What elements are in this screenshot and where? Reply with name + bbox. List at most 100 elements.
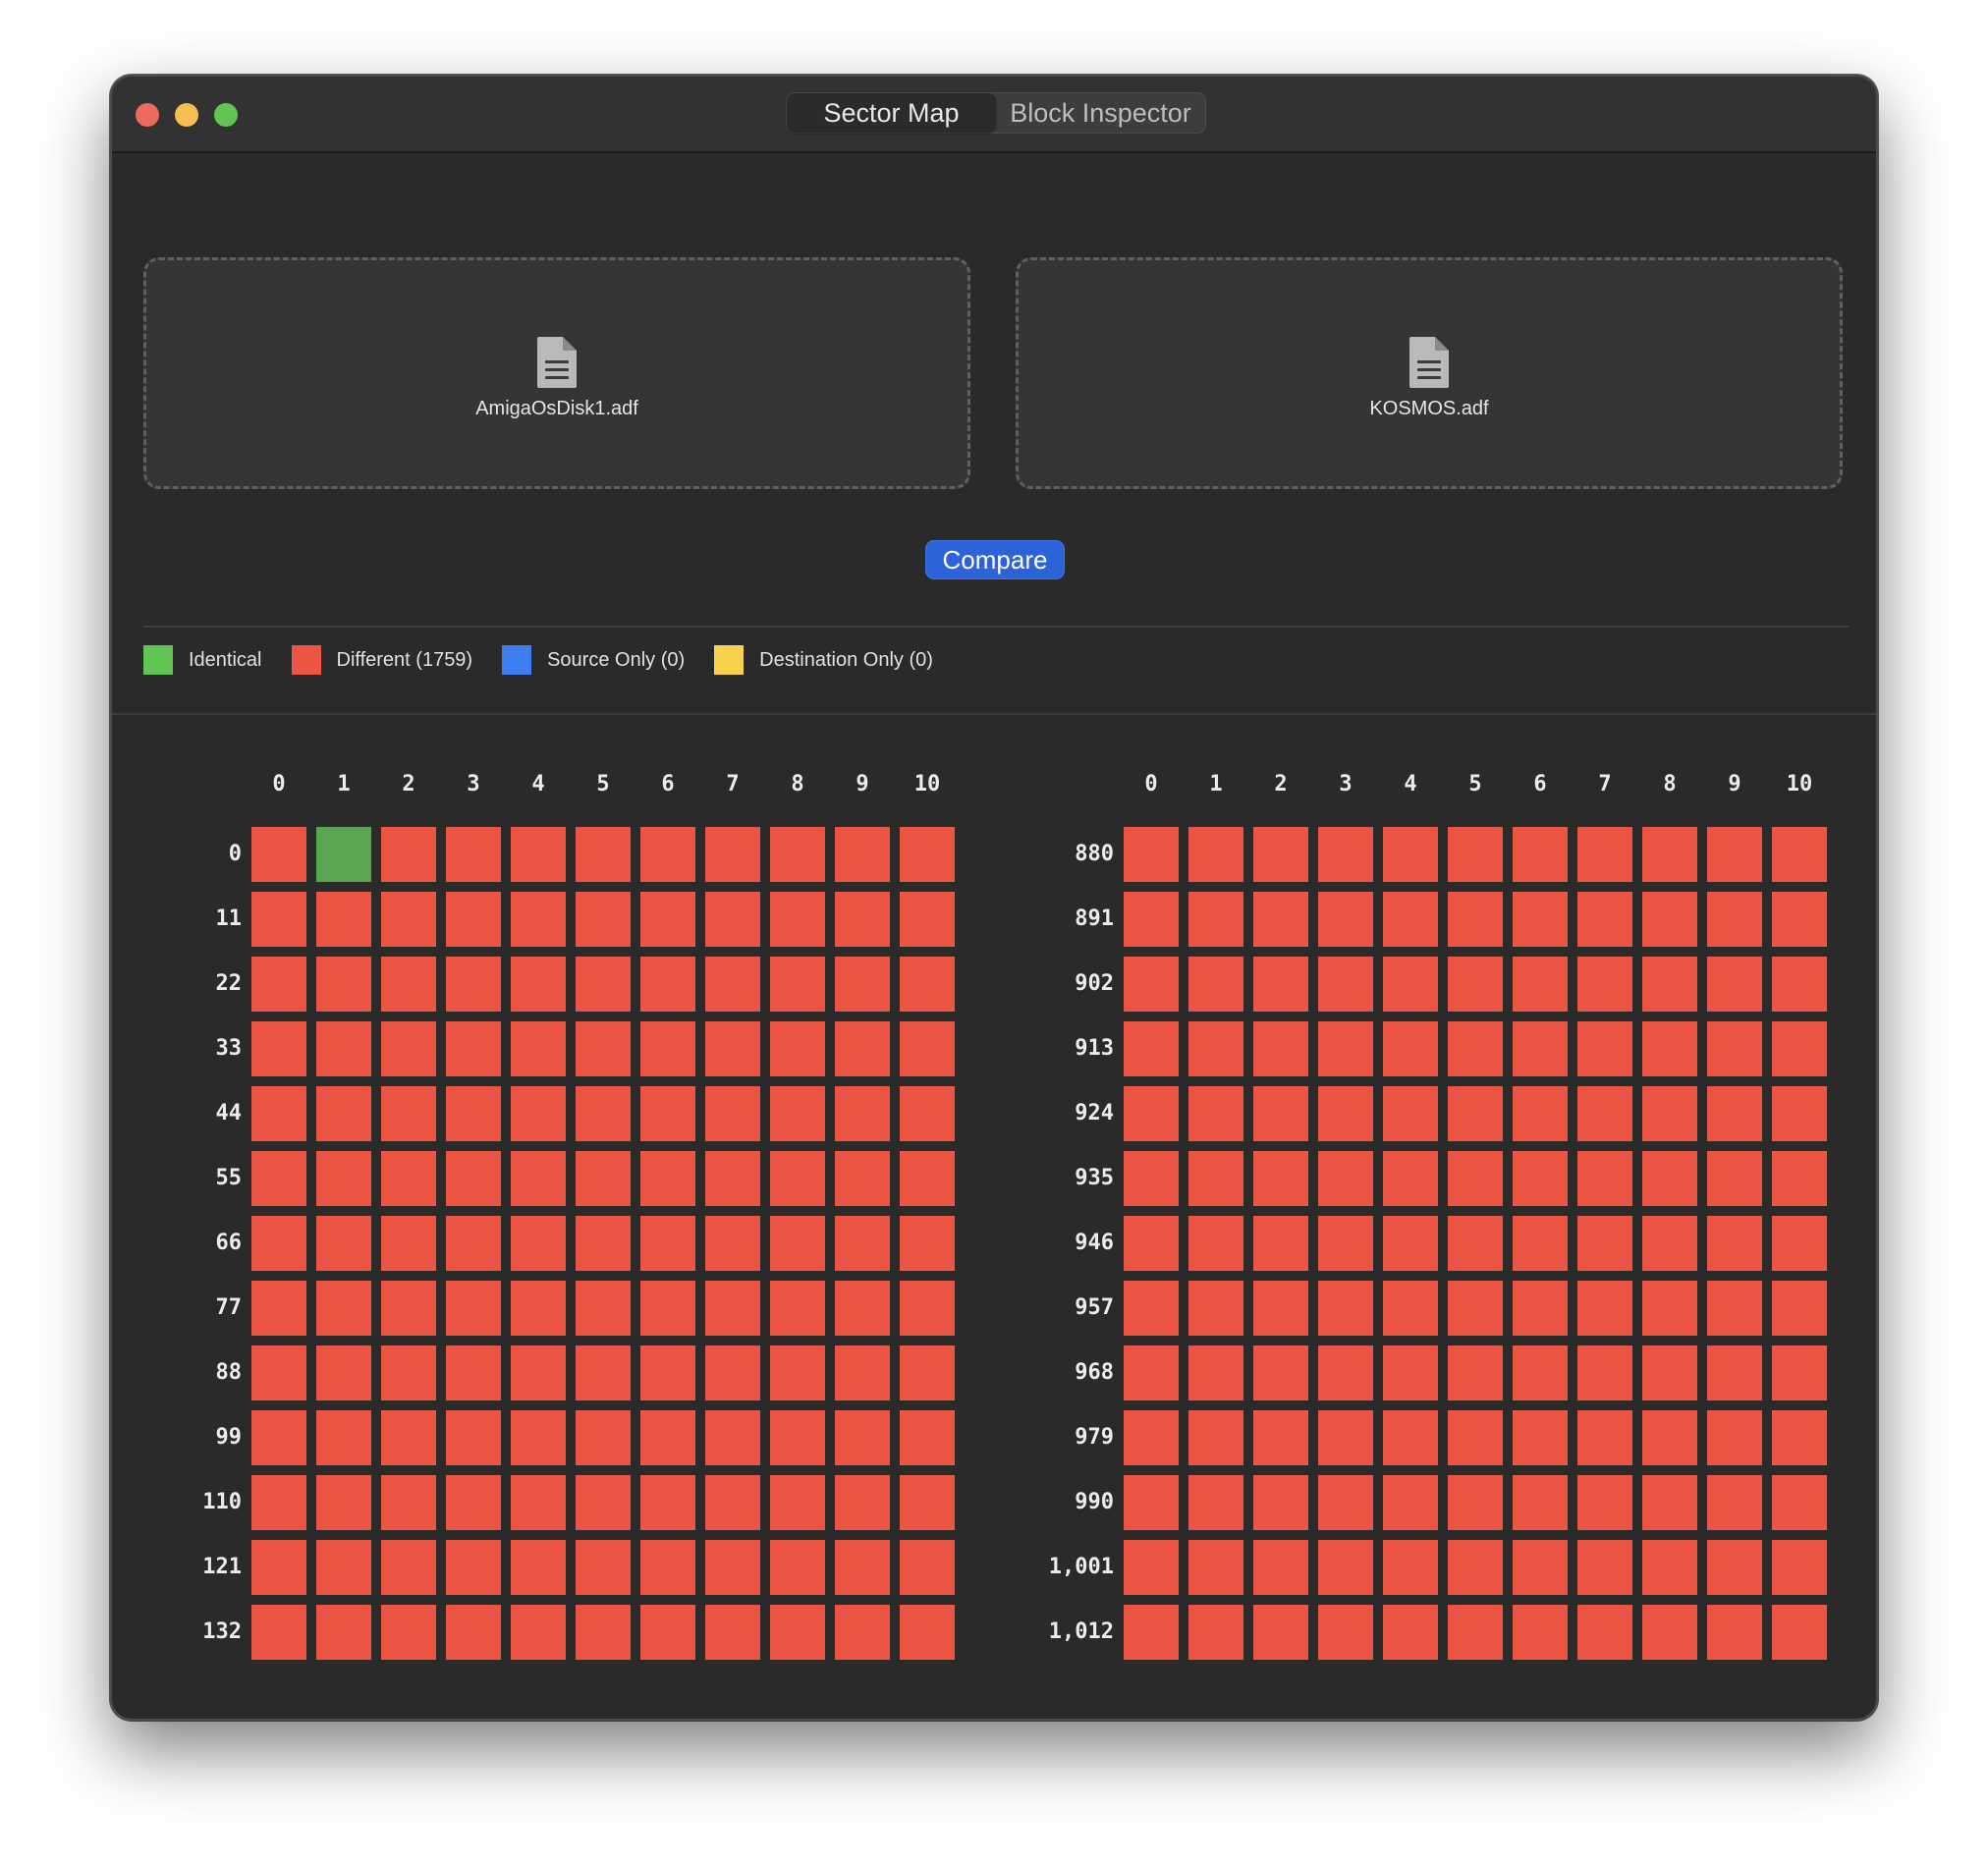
- sector-cell[interactable]: [1124, 957, 1179, 1012]
- sector-cell[interactable]: [1383, 1151, 1438, 1206]
- sector-cell[interactable]: [446, 1151, 501, 1206]
- sector-cell[interactable]: [381, 1345, 436, 1400]
- sector-cell[interactable]: [1318, 957, 1373, 1012]
- sector-cell[interactable]: [640, 1281, 695, 1336]
- sector-cell[interactable]: [1707, 1086, 1762, 1141]
- sector-cell[interactable]: [1577, 1410, 1632, 1465]
- sector-cell[interactable]: [770, 1605, 825, 1660]
- sector-cell[interactable]: [1318, 827, 1373, 882]
- sector-cell[interactable]: [1513, 1345, 1568, 1400]
- sector-cell[interactable]: [1642, 892, 1697, 947]
- sector-cell[interactable]: [1253, 1475, 1308, 1530]
- sector-cell[interactable]: [1642, 1410, 1697, 1465]
- sector-cell[interactable]: [1124, 1151, 1179, 1206]
- sector-cell[interactable]: [381, 1216, 436, 1271]
- sector-cell[interactable]: [316, 1281, 371, 1336]
- sector-cell[interactable]: [1383, 1345, 1438, 1400]
- sector-cell[interactable]: [1513, 1216, 1568, 1271]
- sector-cell[interactable]: [1448, 1345, 1503, 1400]
- sector-cell[interactable]: [381, 1086, 436, 1141]
- sector-cell[interactable]: [640, 1021, 695, 1076]
- sector-cell[interactable]: [770, 1410, 825, 1465]
- sector-cell[interactable]: [1448, 957, 1503, 1012]
- sector-cell[interactable]: [1642, 1540, 1697, 1595]
- sector-cell[interactable]: [1513, 892, 1568, 947]
- sector-cell[interactable]: [835, 892, 890, 947]
- sector-cell[interactable]: [381, 1151, 436, 1206]
- sector-cell[interactable]: [1772, 1151, 1827, 1206]
- sector-cell[interactable]: [1124, 1345, 1179, 1400]
- sector-cell[interactable]: [1253, 1345, 1308, 1400]
- sector-cell[interactable]: [640, 1410, 695, 1465]
- sector-cell[interactable]: [640, 1605, 695, 1660]
- sector-cell[interactable]: [835, 1475, 890, 1530]
- sector-cell[interactable]: [1577, 957, 1632, 1012]
- sector-cell[interactable]: [705, 1345, 760, 1400]
- sector-cell[interactable]: [251, 1151, 306, 1206]
- sector-cell[interactable]: [576, 1540, 631, 1595]
- sector-cell[interactable]: [1577, 1281, 1632, 1336]
- sector-cell[interactable]: [381, 1475, 436, 1530]
- sector-cell[interactable]: [1513, 1281, 1568, 1336]
- sector-cell[interactable]: [770, 1216, 825, 1271]
- sector-cell[interactable]: [1188, 892, 1243, 947]
- sector-cell[interactable]: [316, 827, 371, 882]
- sector-cell[interactable]: [1513, 1151, 1568, 1206]
- sector-cell[interactable]: [640, 1475, 695, 1530]
- tab-block-inspector[interactable]: Block Inspector: [996, 93, 1205, 133]
- sector-cell[interactable]: [835, 1021, 890, 1076]
- sector-cell[interactable]: [1642, 1281, 1697, 1336]
- sector-cell[interactable]: [1513, 1086, 1568, 1141]
- sector-cell[interactable]: [1253, 1216, 1308, 1271]
- sector-cell[interactable]: [1448, 1475, 1503, 1530]
- sector-cell[interactable]: [446, 1281, 501, 1336]
- sector-cell[interactable]: [900, 1021, 955, 1076]
- sector-cell[interactable]: [1383, 1281, 1438, 1336]
- sector-cell[interactable]: [1448, 1605, 1503, 1660]
- sector-cell[interactable]: [1124, 827, 1179, 882]
- destination-disk-dropzone[interactable]: KOSMOS.adf: [1016, 257, 1843, 489]
- minimize-window-button[interactable]: [175, 103, 198, 127]
- sector-cell[interactable]: [900, 1605, 955, 1660]
- sector-cell[interactable]: [1188, 1021, 1243, 1076]
- sector-cell[interactable]: [835, 1540, 890, 1595]
- sector-cell[interactable]: [1124, 1216, 1179, 1271]
- sector-cell[interactable]: [640, 827, 695, 882]
- sector-cell[interactable]: [1253, 892, 1308, 947]
- sector-cell[interactable]: [1707, 892, 1762, 947]
- sector-cell[interactable]: [316, 892, 371, 947]
- sector-cell[interactable]: [251, 1540, 306, 1595]
- sector-cell[interactable]: [705, 1475, 760, 1530]
- sector-cell[interactable]: [1383, 1475, 1438, 1530]
- sector-cell[interactable]: [1642, 1345, 1697, 1400]
- sector-cell[interactable]: [316, 1345, 371, 1400]
- sector-cell[interactable]: [1707, 1475, 1762, 1530]
- sector-cell[interactable]: [511, 1475, 566, 1530]
- sector-cell[interactable]: [511, 1216, 566, 1271]
- sector-cell[interactable]: [1448, 827, 1503, 882]
- sector-cell[interactable]: [1577, 1216, 1632, 1271]
- sector-cell[interactable]: [705, 1151, 760, 1206]
- sector-cell[interactable]: [1318, 892, 1373, 947]
- sector-cell[interactable]: [1707, 1021, 1762, 1076]
- sector-cell[interactable]: [316, 1540, 371, 1595]
- sector-cell[interactable]: [381, 827, 436, 882]
- sector-cell[interactable]: [251, 1605, 306, 1660]
- sector-cell[interactable]: [770, 957, 825, 1012]
- sector-cell[interactable]: [576, 957, 631, 1012]
- sector-cell[interactable]: [835, 1086, 890, 1141]
- sector-cell[interactable]: [1188, 1605, 1243, 1660]
- sector-cell[interactable]: [511, 1345, 566, 1400]
- sector-cell[interactable]: [1577, 1540, 1632, 1595]
- sector-cell[interactable]: [1383, 1540, 1438, 1595]
- sector-cell[interactable]: [251, 827, 306, 882]
- sector-cell[interactable]: [316, 1216, 371, 1271]
- sector-cell[interactable]: [1513, 1410, 1568, 1465]
- sector-cell[interactable]: [900, 957, 955, 1012]
- sector-cell[interactable]: [1642, 827, 1697, 882]
- sector-cell[interactable]: [900, 1475, 955, 1530]
- sector-cell[interactable]: [1577, 1345, 1632, 1400]
- sector-cell[interactable]: [1124, 1475, 1179, 1530]
- sector-cell[interactable]: [446, 1605, 501, 1660]
- sector-cell[interactable]: [1318, 1540, 1373, 1595]
